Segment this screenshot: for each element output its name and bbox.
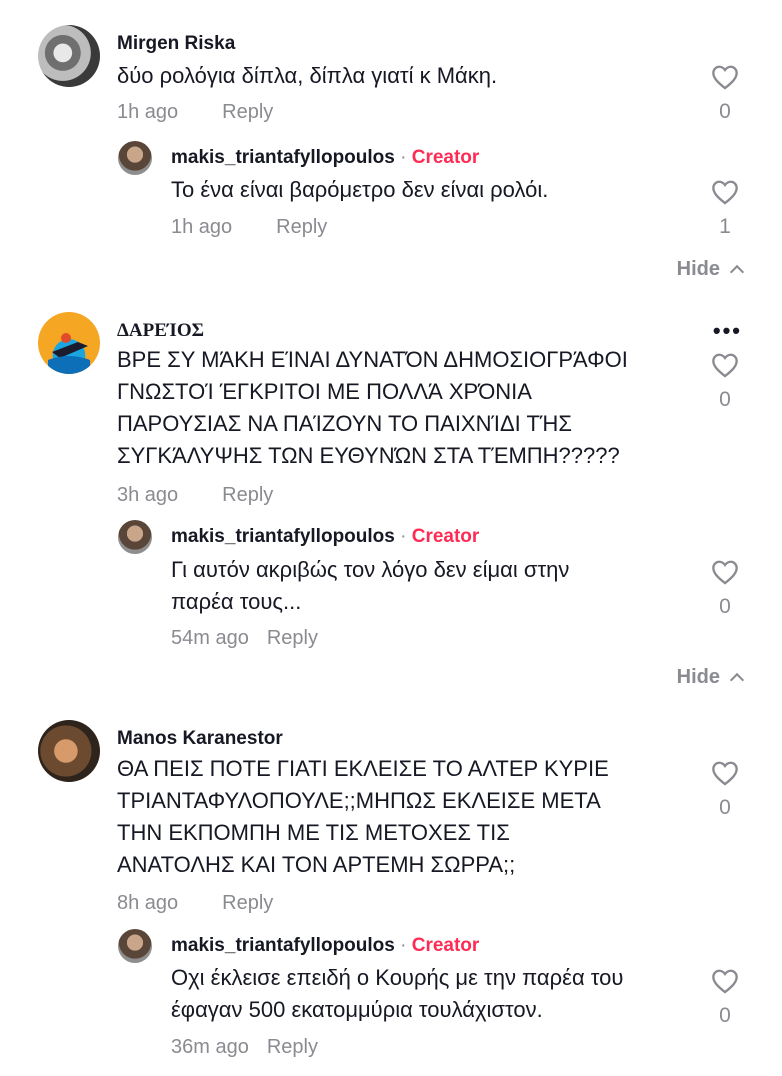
chevron-up-icon[interactable] [729,672,745,688]
comment-text-line: ΣΥΓΚΆΛΥΨΗΣ ΤΩΝ ΕΥΘΥΝΏΝ ΣΤΑ ΤΈΜΠΗ????? [117,443,620,468]
reply-time: 54m ago [171,627,249,649]
reply-meta: 36m ago Reply [171,1036,318,1059]
like-button[interactable]: 0 [710,64,740,124]
like-button[interactable]: 1 [710,179,740,239]
like-button[interactable]: 0 [710,968,740,1028]
heart-outline-icon[interactable] [711,559,739,585]
reply-button[interactable]: Reply [267,627,318,650]
creator-avatar[interactable] [118,141,152,175]
heart-outline-icon[interactable] [711,352,739,378]
reply-username[interactable]: makis_triantafyllopoulos [171,526,395,547]
comment-text-line: ΠΑΡΟΥΣΙΑΣ ΝΑ ΠΑΊΖΟΥΝ ΤΟ ΠΑΙΧΝΊΔΙ ΤΉΣ [117,411,572,436]
comment-text-line: ΤΗΝ ΕΚΠΟΜΠΗ ΜΕ ΤΙΣ ΜΕΤΟΧΕΣ ΤΙΣ [117,820,510,845]
heart-outline-icon[interactable] [711,179,739,205]
comment-meta: 3h ago Reply [117,484,273,507]
reply-time: 36m ago [171,1036,249,1058]
reply-text-line: Οχι έκλεισε επειδή ο Κουρής με την παρέα… [171,965,624,990]
like-count: 1 [719,215,731,238]
more-options-icon[interactable]: ••• [713,318,742,344]
like-count: 0 [719,595,731,618]
reply-button[interactable]: Reply [222,101,273,124]
heart-outline-icon[interactable] [711,760,739,786]
chevron-up-icon[interactable] [729,264,745,280]
hide-replies-button[interactable]: Hide [677,258,745,281]
reply-text-line: παρέα τους... [171,589,302,614]
avatar[interactable] [38,312,100,374]
avatar[interactable] [38,720,100,782]
like-count: 0 [719,796,731,819]
comment-username[interactable]: ΔΑΡΕΊΟΣ [117,320,204,342]
comment-text-line: ΑΝΑΤΟΛΗΣ ΚΑΙ ΤΟΝ ΑΡΤΕΜΗ ΣΩΡΡΑ;; [117,852,516,877]
comment-meta: 1h ago Reply [117,101,273,124]
hide-label[interactable]: Hide [677,258,720,280]
comment-text-line: ΤΡΙΑΝΤΑΦΥΛΟΠΟΥΛΕ;;ΜΗΠΩΣ ΕΚΛΕΙΣΕ ΜΕΤΑ [117,788,601,813]
reply-username-line: makis_triantafyllopoulos · Creator [171,935,479,957]
separator: · [394,526,412,547]
reply-username[interactable]: makis_triantafyllopoulos [171,147,395,168]
reply-meta: 54m ago Reply [171,627,318,650]
hide-label[interactable]: Hide [677,666,720,688]
reply-time: 1h ago [171,216,233,238]
comment-time: 3h ago [117,484,179,506]
like-count: 0 [719,100,731,123]
separator: · [394,147,412,168]
reply-username[interactable]: makis_triantafyllopoulos [171,935,395,956]
like-button[interactable]: 0 [710,352,740,412]
reply-button[interactable]: Reply [267,1036,318,1059]
reply-username-line: makis_triantafyllopoulos · Creator [171,147,479,169]
creator-badge: Creator [411,526,480,547]
avatar-figure-icon [48,333,90,374]
like-button[interactable]: 0 [710,559,740,619]
hide-replies-button[interactable]: Hide [677,666,745,689]
comment-text: δύο ρολόγια δίπλα, δίπλα γιατί κ Μάκη. [117,63,498,88]
reply-username-line: makis_triantafyllopoulos · Creator [171,526,479,548]
comment-text-line: ΓΝΩΣΤΟΊ ΈΓΚΡΙΤΟΙ ΜΕ ΠΟΛΛΆ ΧΡΌΝΙΑ [117,379,532,404]
comment-text-line: ΘΑ ΠΕΙΣ ΠΟΤΕ ΓΙΑΤΙ ΕΚΛΕΙΣΕ ΤΟ ΑΛΤΕΡ ΚΥΡΙ… [117,756,609,781]
like-count: 0 [719,1004,731,1027]
reply-meta: 1h ago Reply [171,216,327,239]
reply-button[interactable]: Reply [222,892,273,915]
creator-avatar[interactable] [118,929,152,963]
like-button[interactable]: 0 [710,760,740,820]
comment-meta: 8h ago Reply [117,892,273,915]
creator-avatar[interactable] [118,520,152,554]
reply-text-line: έφαγαν 500 εκατομμύρια τουλάχιστον. [171,997,543,1022]
heart-outline-icon[interactable] [711,968,739,994]
reply-button[interactable]: Reply [222,484,273,507]
comment-time: 1h ago [117,101,179,123]
heart-outline-icon[interactable] [711,64,739,90]
comment-username[interactable]: Mirgen Riska [117,33,235,55]
reply-text-line: Γι αυτόν ακριβώς τον λόγο δεν είμαι στην [171,557,570,582]
creator-badge: Creator [411,935,480,956]
separator: · [394,935,412,956]
avatar[interactable] [38,25,100,87]
reply-text: Το ένα είναι βαρόμετρο δεν είναι ρολόι. [171,177,549,202]
creator-badge: Creator [411,147,480,168]
comment-time: 8h ago [117,892,179,914]
reply-button[interactable]: Reply [276,216,327,239]
comment-text-line: ΒΡΕ ΣΥ ΜΆΚΗ ΕΊΝΑΙ ΔΥΝΑΤΌΝ ΔΗΜΟΣΙΟΓΡΆΦΟΙ [117,347,628,372]
like-count: 0 [719,388,731,411]
comment-username[interactable]: Manos Karanestor [117,728,283,750]
